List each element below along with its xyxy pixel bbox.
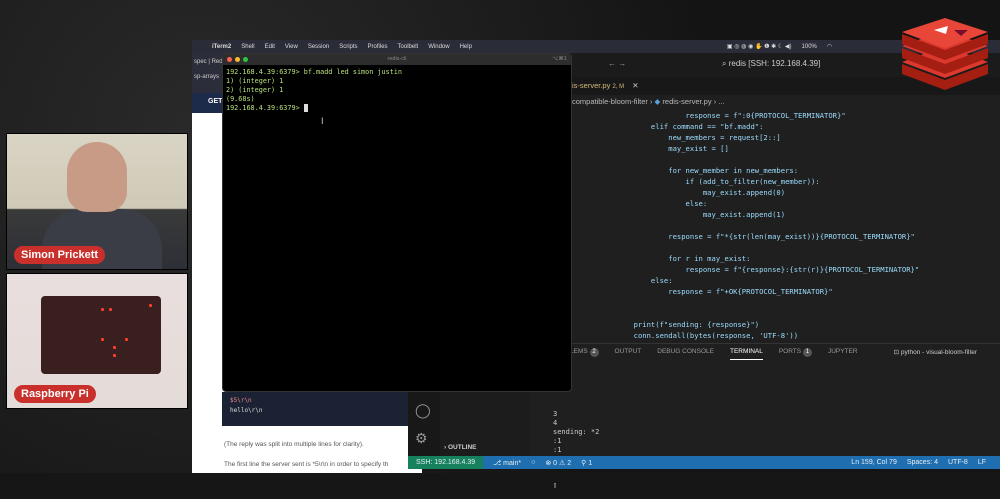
zoom-window-button[interactable] <box>243 57 248 62</box>
terminal-cursor <box>303 104 308 112</box>
code-line: print(f"sending: {response}") <box>599 320 760 329</box>
code-line: may_exist.append(0) <box>599 188 786 197</box>
tab-filename: is-server.py <box>572 81 611 90</box>
menu-edit[interactable]: Edit <box>265 44 275 50</box>
redis-logo <box>902 18 988 90</box>
sync-icon[interactable]: ○ <box>531 459 535 466</box>
doc-code-block: $5\r\n hello\r\n <box>222 392 410 426</box>
encoding[interactable]: UTF-8 <box>948 459 968 466</box>
nav-arrows-icon[interactable]: ← → <box>608 59 626 68</box>
code-line: response = f"{response}:{str(r)}{PROTOCO… <box>599 265 920 274</box>
code-line: if (add_to_filter(new_member)): <box>599 177 820 186</box>
close-icon[interactable]: ✕ <box>632 81 638 90</box>
close-window-button[interactable] <box>227 57 232 62</box>
tab-problems[interactable]: LEMS 2 <box>570 348 599 360</box>
mac-menubar: iTerm2 Shell Edit View Session Scripts P… <box>192 40 1000 53</box>
tab-output[interactable]: OUTPUT <box>615 348 642 360</box>
menu-view[interactable]: View <box>285 44 298 50</box>
terminal-instance[interactable]: ⊡ python - visual-bloom-filter <box>894 348 978 360</box>
code-line: for new_member in new_members: <box>599 166 799 175</box>
outline-section[interactable]: › OUTLINE <box>444 444 477 451</box>
tab-terminal[interactable]: TERMINAL <box>729 348 763 360</box>
search-label: redis [SSH: 192.168.4.39] <box>728 59 821 68</box>
menu-app[interactable]: iTerm2 <box>212 44 231 50</box>
doc-paragraph: The first line the server sent is *5\r\n… <box>224 461 389 468</box>
menu-window[interactable]: Window <box>428 44 449 50</box>
code-line: for r in may_exist: <box>599 254 751 263</box>
doc-code-line: hello\r\n <box>230 407 263 414</box>
menu-profiles[interactable]: Profiles <box>368 44 388 50</box>
code-line: response = f":0{PROTOCOL_TERMINATOR}" <box>599 111 846 120</box>
indentation[interactable]: Spaces: 4 <box>907 459 938 466</box>
code-line: conn.sendall(bytes(response, 'UTF-8')) <box>599 331 799 340</box>
raspberry-pi-led-matrix <box>41 296 161 374</box>
problems-indicator[interactable]: ⊗ 0 ⚠ 2 <box>545 459 571 467</box>
code-line: response = f"+OK{PROTOCOL_TERMINATOR}" <box>599 287 833 296</box>
tab-jupyter[interactable]: JUPYTER <box>828 348 858 360</box>
participant-label: Simon Prickett <box>14 246 106 264</box>
gear-icon[interactable]: ⚙ <box>415 430 428 447</box>
python-file-icon: ◆ <box>654 97 661 106</box>
code-line: else: <box>599 276 673 285</box>
account-icon[interactable]: ◯ <box>415 402 431 419</box>
status-icons: ▣ ◎ ◍ ◉ ✋ ❶ ✱ ☾ ◀) <box>726 44 792 50</box>
doc-paragraph: (The reply was split into multiple lines… <box>224 441 364 448</box>
tab-debug-console[interactable]: DEBUG CONSOLE <box>657 348 714 360</box>
ports-indicator[interactable]: ⚲ 1 <box>581 459 592 467</box>
code-line: elif command == "bf.madd": <box>599 122 764 131</box>
eol[interactable]: LF <box>978 459 986 466</box>
person-head <box>67 142 127 212</box>
code-line: may_exist = [] <box>599 144 729 153</box>
iterm-window[interactable]: redis-cli ⌥⌘1 192.168.4.39:6379> bf.madd… <box>222 53 572 392</box>
breadcrumb-folder[interactable]: compatible-bloom-filter <box>572 97 648 106</box>
iterm-shortcut: ⌥⌘1 <box>552 56 567 62</box>
battery-percent: 100% <box>801 43 817 50</box>
minimize-window-button[interactable] <box>235 57 240 62</box>
menu-session[interactable]: Session <box>308 44 329 50</box>
cursor-position[interactable]: Ln 159, Col 79 <box>851 459 897 466</box>
activity-bar: ◯ ⚙ <box>408 392 440 456</box>
menu-scripts[interactable]: Scripts <box>339 44 357 50</box>
menu-shell[interactable]: Shell <box>241 44 254 50</box>
doc-code-line: $5\r\n <box>230 397 252 404</box>
iterm-titlebar: redis-cli ⌥⌘1 <box>223 54 571 65</box>
tab-badge: 2, M <box>612 84 625 90</box>
terminal-content[interactable]: 192.168.4.39:6379> bf.madd led simon jus… <box>223 65 571 116</box>
text-cursor-icon: I <box>321 116 324 126</box>
code-line: new_members = request[2::] <box>599 133 781 142</box>
code-line: response = f"*{str(len(may_exist))}{PROT… <box>599 232 915 241</box>
code-editor[interactable]: response = f":0{PROTOCOL_TERMINATOR}" el… <box>599 110 920 341</box>
tab-ports[interactable]: PORTS 1 <box>779 348 812 360</box>
breadcrumb-file[interactable]: redis-server.py <box>662 97 711 106</box>
terminal-output[interactable]: 3 4 sending: *2:1:1 ▯ <box>553 392 599 499</box>
command-center-search[interactable]: ⌕ redis [SSH: 192.168.4.39] <box>722 59 820 69</box>
remote-indicator[interactable]: SSH: 192.168.4.39 <box>408 456 484 469</box>
breadcrumb-symbol[interactable]: ... <box>718 97 724 106</box>
wifi-icon: ◠ <box>826 44 833 50</box>
menu-help[interactable]: Help <box>460 44 472 50</box>
code-line: may_exist.append(1) <box>599 210 786 219</box>
code-line: else: <box>599 199 708 208</box>
participant-label: Raspberry Pi <box>14 385 96 403</box>
webcam-raspberry-pi: Raspberry Pi <box>6 273 188 409</box>
menu-toolbelt[interactable]: Toolbelt <box>398 44 419 50</box>
webcam-simon: Simon Prickett <box>6 133 188 270</box>
sidebar: › OUTLINE <box>440 392 530 456</box>
bottom-panel: LEMS 2 OUTPUT DEBUG CONSOLE TERMINAL POR… <box>530 343 1000 456</box>
iterm-title: redis-cli <box>387 56 407 62</box>
status-bar: SSH: 192.168.4.39 ⎇ main* ○ ⊗ 0 ⚠ 2 ⚲ 1 … <box>408 456 1000 469</box>
branch-indicator[interactable]: ⎇ main* <box>493 459 521 467</box>
breadcrumb: compatible-bloom-filter › ◆ redis-server… <box>572 95 1000 110</box>
